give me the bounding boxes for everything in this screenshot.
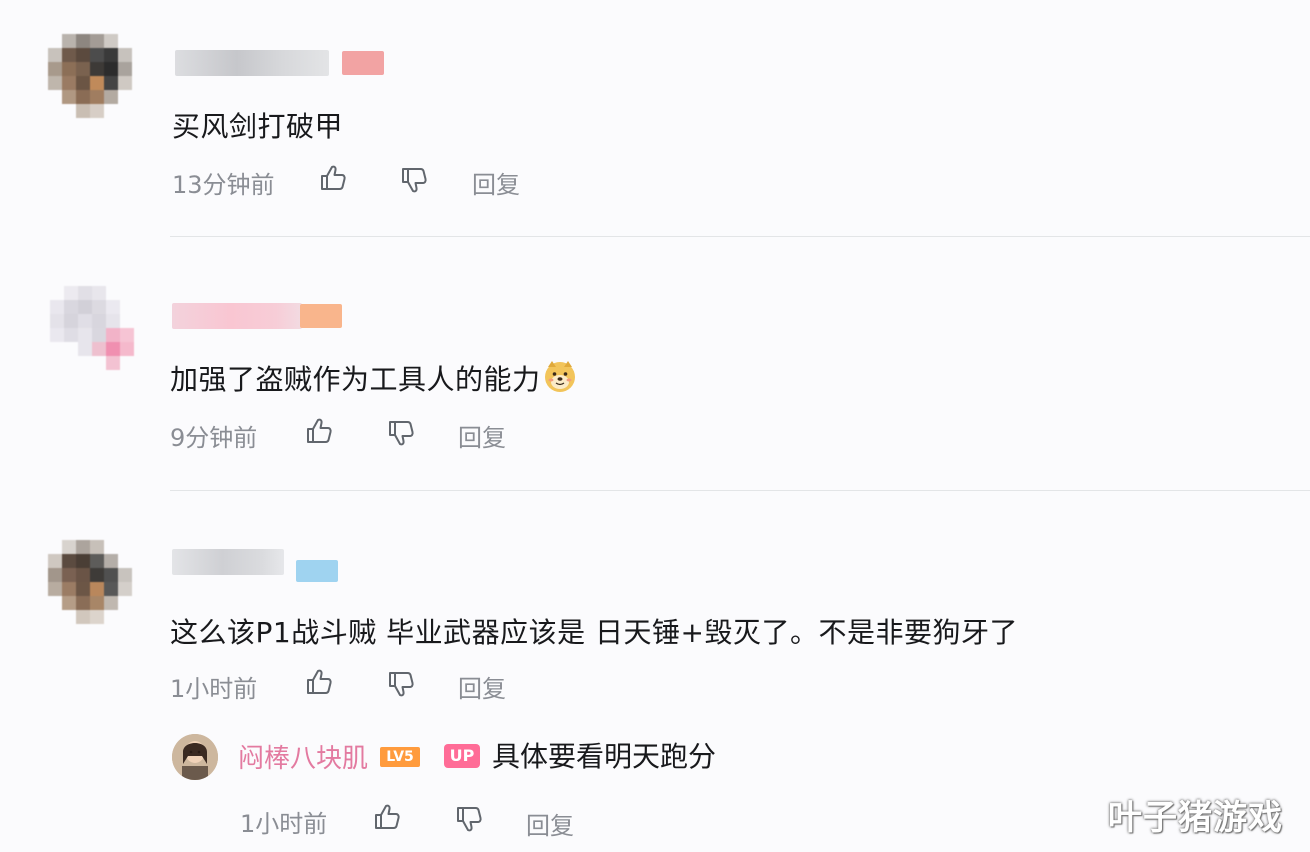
user-badge-blurred xyxy=(300,304,342,328)
comment-text: 加强了盗贼作为工具人的能力 xyxy=(170,358,577,398)
thumbs-down-icon[interactable] xyxy=(386,418,416,448)
thumbs-down-icon[interactable] xyxy=(454,804,484,834)
comment-text: 买风剑打破甲 xyxy=(172,110,344,143)
doge-emoji-icon xyxy=(543,359,577,393)
level-badge: LV5 xyxy=(380,747,420,767)
thumbs-up-icon[interactable] xyxy=(304,667,334,697)
comment-text-content: 加强了盗贼作为工具人的能力 xyxy=(170,363,541,396)
comment-time: 1小时前 xyxy=(170,675,258,703)
avatar[interactable] xyxy=(48,34,132,118)
comment-time: 9分钟前 xyxy=(170,424,258,452)
thumbs-up-icon[interactable] xyxy=(304,416,334,446)
comment-time: 13分钟前 xyxy=(172,171,275,199)
divider xyxy=(170,490,1310,491)
username-blurred[interactable] xyxy=(172,303,302,329)
divider xyxy=(170,236,1310,237)
user-badge-blurred xyxy=(296,560,338,582)
avatar[interactable] xyxy=(50,286,134,370)
reply-time: 1小时前 xyxy=(240,810,328,838)
reply-button[interactable]: 回复 xyxy=(472,165,520,200)
thumbs-down-icon[interactable] xyxy=(399,165,429,195)
thumbs-down-icon[interactable] xyxy=(386,669,416,699)
avatar[interactable] xyxy=(48,540,132,624)
username-blurred[interactable] xyxy=(175,50,329,76)
comment-text: 这么该P1战斗贼 毕业武器应该是 日天锤+毁灭了。不是非要狗牙了 xyxy=(170,616,1018,649)
up-badge: UP xyxy=(444,744,480,768)
reply-button[interactable]: 回复 xyxy=(458,669,506,704)
reply-button[interactable]: 回复 xyxy=(526,806,574,841)
reply-username[interactable]: 闷棒八块肌 xyxy=(238,738,368,775)
reply-button[interactable]: 回复 xyxy=(458,418,506,453)
watermark: 叶子猪游戏 xyxy=(1108,798,1283,838)
reply-text: 具体要看明天跑分 xyxy=(492,740,717,773)
thumbs-up-icon[interactable] xyxy=(318,163,348,193)
avatar[interactable] xyxy=(172,734,218,780)
username-blurred[interactable] xyxy=(172,549,284,575)
user-badge-blurred xyxy=(342,51,384,75)
thumbs-up-icon[interactable] xyxy=(372,802,402,832)
